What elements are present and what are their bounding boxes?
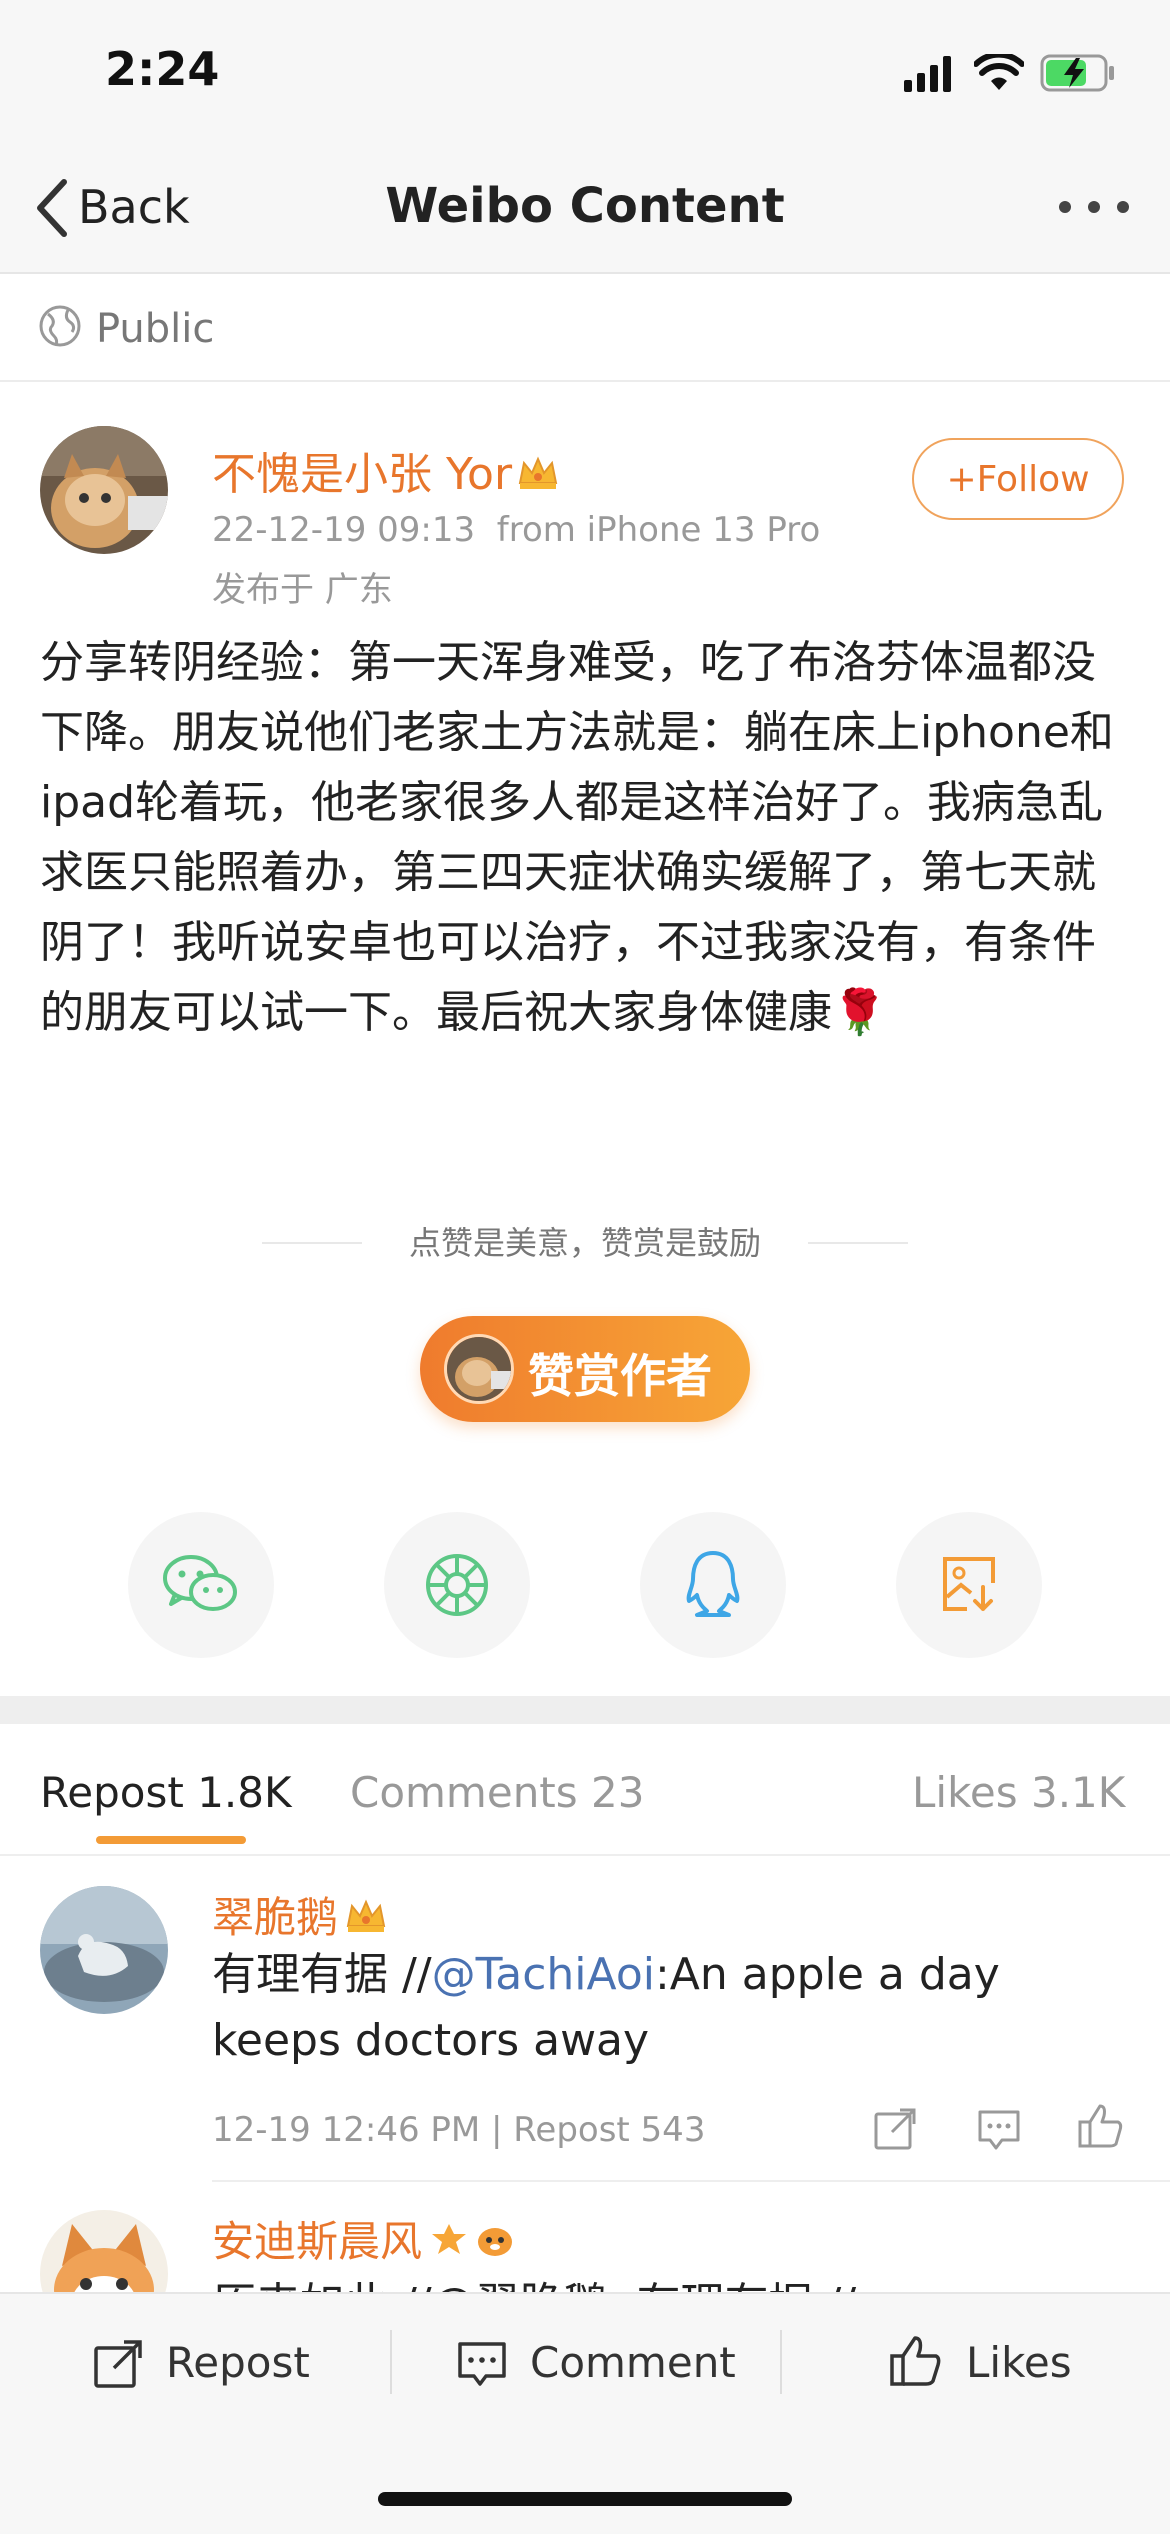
author-name-text[interactable]: 不愧是小张 Yor <box>212 449 512 500</box>
cellular-signal-icon <box>904 56 951 92</box>
reward-button-label[interactable]: 赞赏作者 <box>528 1340 712 1406</box>
pet-badge-icon <box>478 2228 513 2256</box>
repost-meta: 12-19 12:46 PM | Repost 543 <box>212 2110 706 2150</box>
repost-divider <box>212 2180 1170 2182</box>
reward-hint: 点赞是美意，赞赏是鼓励 <box>408 1224 761 1262</box>
comment-icon[interactable] <box>456 2338 508 2390</box>
repost-author-name-text[interactable]: 安迪斯晨风 <box>212 2217 422 2266</box>
repost-author-name-text[interactable]: 翠脆鹅 <box>212 1893 338 1942</box>
gold-badge-icon <box>432 2224 467 2254</box>
page-title: Weibo Content <box>385 178 785 234</box>
repost-icon[interactable] <box>92 2338 144 2390</box>
share-moments-button[interactable] <box>384 1512 530 1658</box>
wifi-icon <box>974 54 1024 90</box>
follow-button[interactable]: +Follow <box>912 438 1124 520</box>
author-name[interactable]: 不愧是小张 Yor <box>212 438 560 502</box>
bottom-separator <box>390 2330 392 2394</box>
post-body: 分享转阴经验：第一天浑身难受，吃了布洛芬体温都没下降。朋友说他们老家土方法就是：… <box>40 637 1114 1038</box>
comment-action-icon[interactable] <box>976 2106 1022 2152</box>
save-image-button[interactable] <box>896 1512 1042 1658</box>
home-indicator[interactable] <box>378 2492 792 2506</box>
wechat-icon <box>163 1555 237 1611</box>
post-source: from iPhone 13 Pro <box>496 510 821 550</box>
tabs-border <box>0 1854 1170 1856</box>
repost-text-prefix: 有理有据 // <box>212 1949 432 2000</box>
battery-charging-icon <box>1040 54 1114 92</box>
more-dots-icon[interactable] <box>1058 200 1130 214</box>
share-wechat-button[interactable] <box>128 1512 274 1658</box>
bottom-comment-button[interactable]: Comment <box>530 2338 736 2387</box>
author-avatar[interactable] <box>40 426 168 554</box>
post-time: 22-12-19 09:13 <box>212 510 476 550</box>
like-action-icon[interactable] <box>1076 2102 1124 2150</box>
status-time: 2:24 <box>105 42 220 96</box>
reward-avatar <box>444 1334 514 1404</box>
share-qq-button[interactable] <box>640 1512 786 1658</box>
tab-comments[interactable]: Comments 23 <box>350 1768 644 1817</box>
qq-icon <box>686 1551 740 1617</box>
like-icon[interactable] <box>888 2334 942 2388</box>
section-divider <box>0 1696 1170 1724</box>
bottom-separator <box>780 2330 782 2394</box>
repost-avatar[interactable] <box>40 1886 168 2014</box>
repost-text: 有理有据 //@TachiAoi:An apple a day keeps do… <box>212 1942 1132 2074</box>
visibility-label: Public <box>96 306 215 352</box>
post-location: 发布于 广东 <box>212 570 393 610</box>
active-tab-indicator <box>96 1836 246 1844</box>
bottom-likes-button[interactable]: Likes <box>966 2338 1072 2387</box>
tab-repost[interactable]: Repost 1.8K <box>40 1768 292 1817</box>
tab-likes[interactable]: Likes 3.1K <box>912 1768 1125 1817</box>
globe-icon <box>39 305 81 347</box>
repost-action-icon[interactable] <box>872 2106 918 2152</box>
crown-badge-icon <box>518 456 558 489</box>
moments-icon <box>426 1554 488 1616</box>
post-meta: 22-12-19 09:13 from iPhone 13 Pro <box>212 510 820 550</box>
repost-author-name[interactable]: 翠脆鹅 <box>212 1884 388 1945</box>
mention-link[interactable]: @TachiAoi <box>432 1949 655 2000</box>
crown-badge-icon <box>346 1899 386 1932</box>
save-image-icon <box>943 1557 995 1611</box>
repost-author-name[interactable]: 安迪斯晨风 <box>212 2208 516 2269</box>
bottom-repost-button[interactable]: Repost <box>166 2338 310 2387</box>
